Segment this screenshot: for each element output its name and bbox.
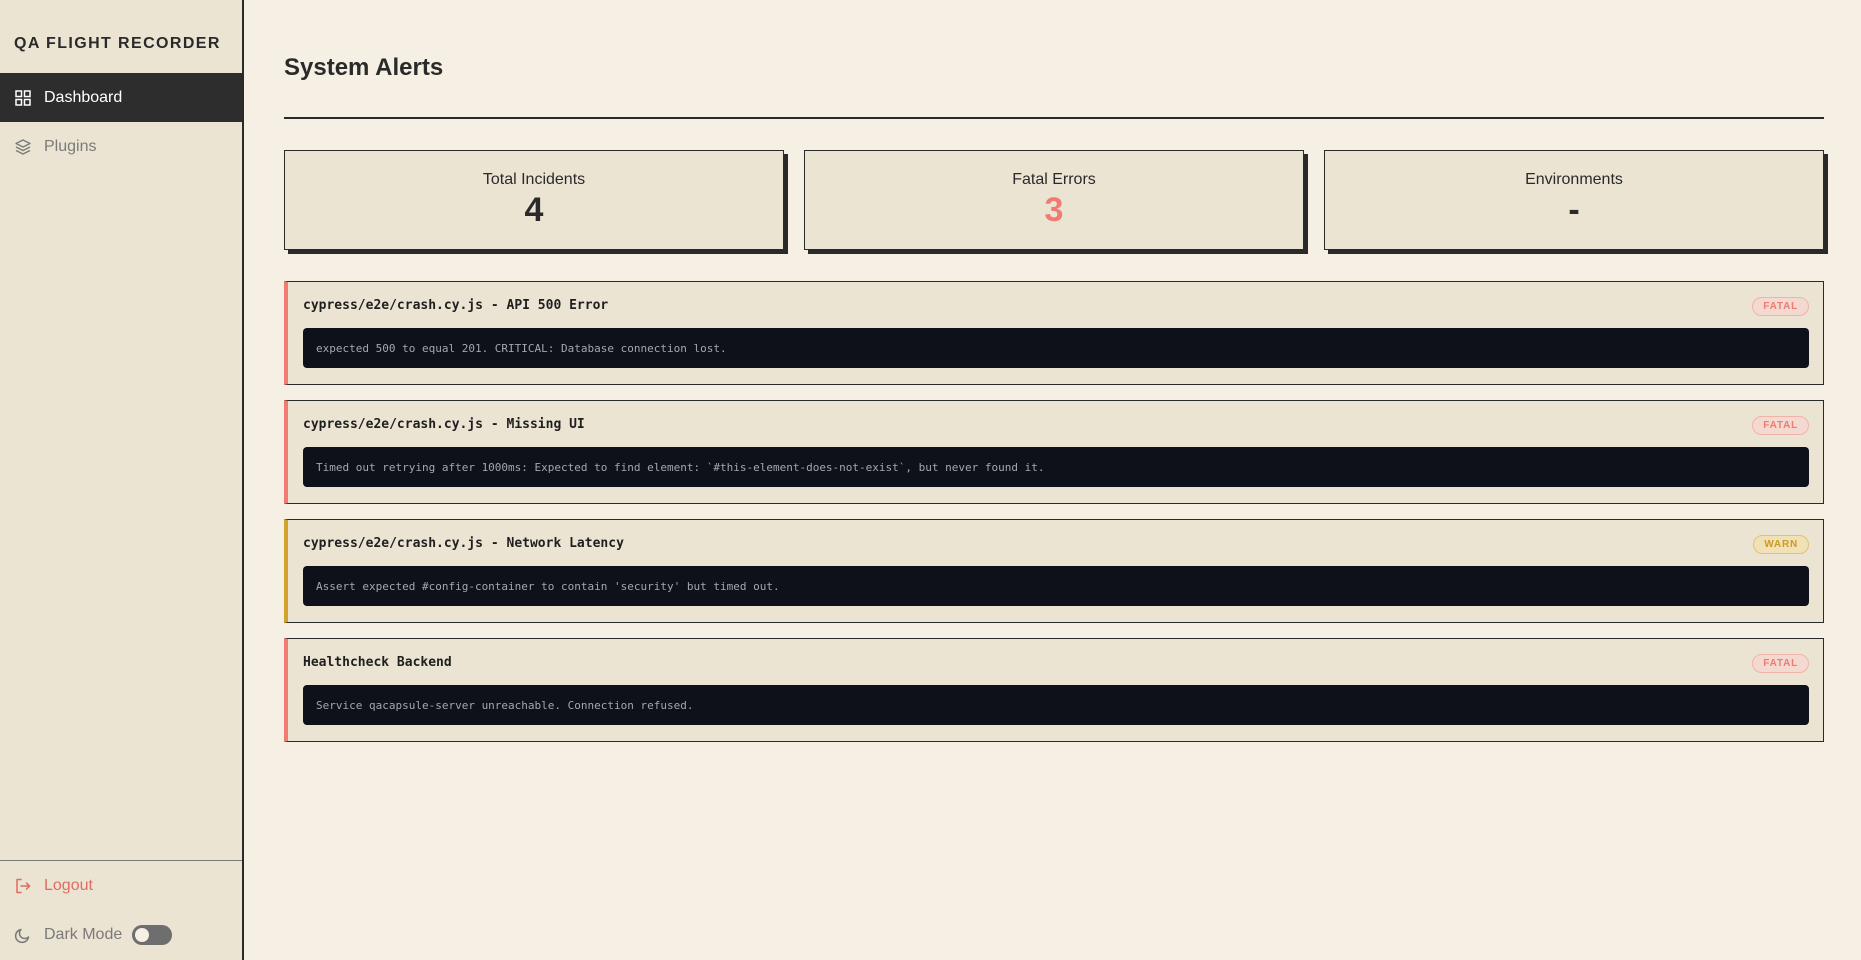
status-badge: FATAL [1752,654,1809,673]
logout-icon [14,877,32,895]
alert-title: cypress/e2e/crash.cy.js - Network Latenc… [303,536,624,551]
title-divider [284,117,1824,119]
status-badge: WARN [1753,535,1809,554]
alert-card: Healthcheck Backend FATAL Service qacaps… [284,638,1824,742]
stat-card-environments: Environments - [1324,150,1824,250]
alert-message: Assert expected #config-container to con… [303,566,1809,606]
alert-title: cypress/e2e/crash.cy.js - API 500 Error [303,298,609,313]
stat-label: Environments [1525,171,1623,188]
sidebar-item-label: Plugins [44,137,97,155]
app-brand: QA FLIGHT RECORDER [14,35,221,52]
stat-value: - [1568,191,1580,229]
page-title: System Alerts [284,54,444,81]
status-badge: FATAL [1752,297,1809,316]
logout-button[interactable]: Logout [14,877,93,895]
moon-icon [14,926,32,944]
stat-card-fatal-errors: Fatal Errors 3 [804,150,1304,250]
layers-icon [14,138,32,156]
alert-card: cypress/e2e/crash.cy.js - Network Latenc… [284,519,1824,623]
sidebar-item-label: Dashboard [44,88,123,106]
dark-mode-row: Dark Mode [14,925,173,945]
alert-message: Timed out retrying after 1000ms: Expecte… [303,447,1809,487]
alert-message: Service qacapsule-server unreachable. Co… [303,685,1809,725]
alert-title: Healthcheck Backend [303,655,452,670]
alert-card: cypress/e2e/crash.cy.js - Missing UI FAT… [284,400,1824,504]
dark-mode-label: Dark Mode [44,926,123,943]
sidebar: QA FLIGHT RECORDER Dashboard Plugins Log… [0,0,244,960]
stat-label: Fatal Errors [1012,171,1096,188]
sidebar-item-plugins[interactable]: Plugins [0,122,242,171]
sidebar-item-dashboard[interactable]: Dashboard [0,73,242,122]
stat-value: 3 [1044,191,1064,229]
logout-label: Logout [44,877,93,894]
stat-label: Total Incidents [482,171,586,188]
grid-icon [14,89,32,107]
alert-card: cypress/e2e/crash.cy.js - API 500 Error … [284,281,1824,385]
alert-title: cypress/e2e/crash.cy.js - Missing UI [303,417,585,432]
sidebar-footer: Logout Dark Mode [0,860,242,960]
dark-mode-toggle[interactable] [132,925,173,945]
stat-card-total-incidents: Total Incidents 4 [284,150,784,250]
toggle-knob [135,928,150,942]
status-badge: FATAL [1752,416,1809,435]
stat-value: 4 [524,191,544,229]
alert-message: expected 500 to equal 201. CRITICAL: Dat… [303,328,1809,368]
